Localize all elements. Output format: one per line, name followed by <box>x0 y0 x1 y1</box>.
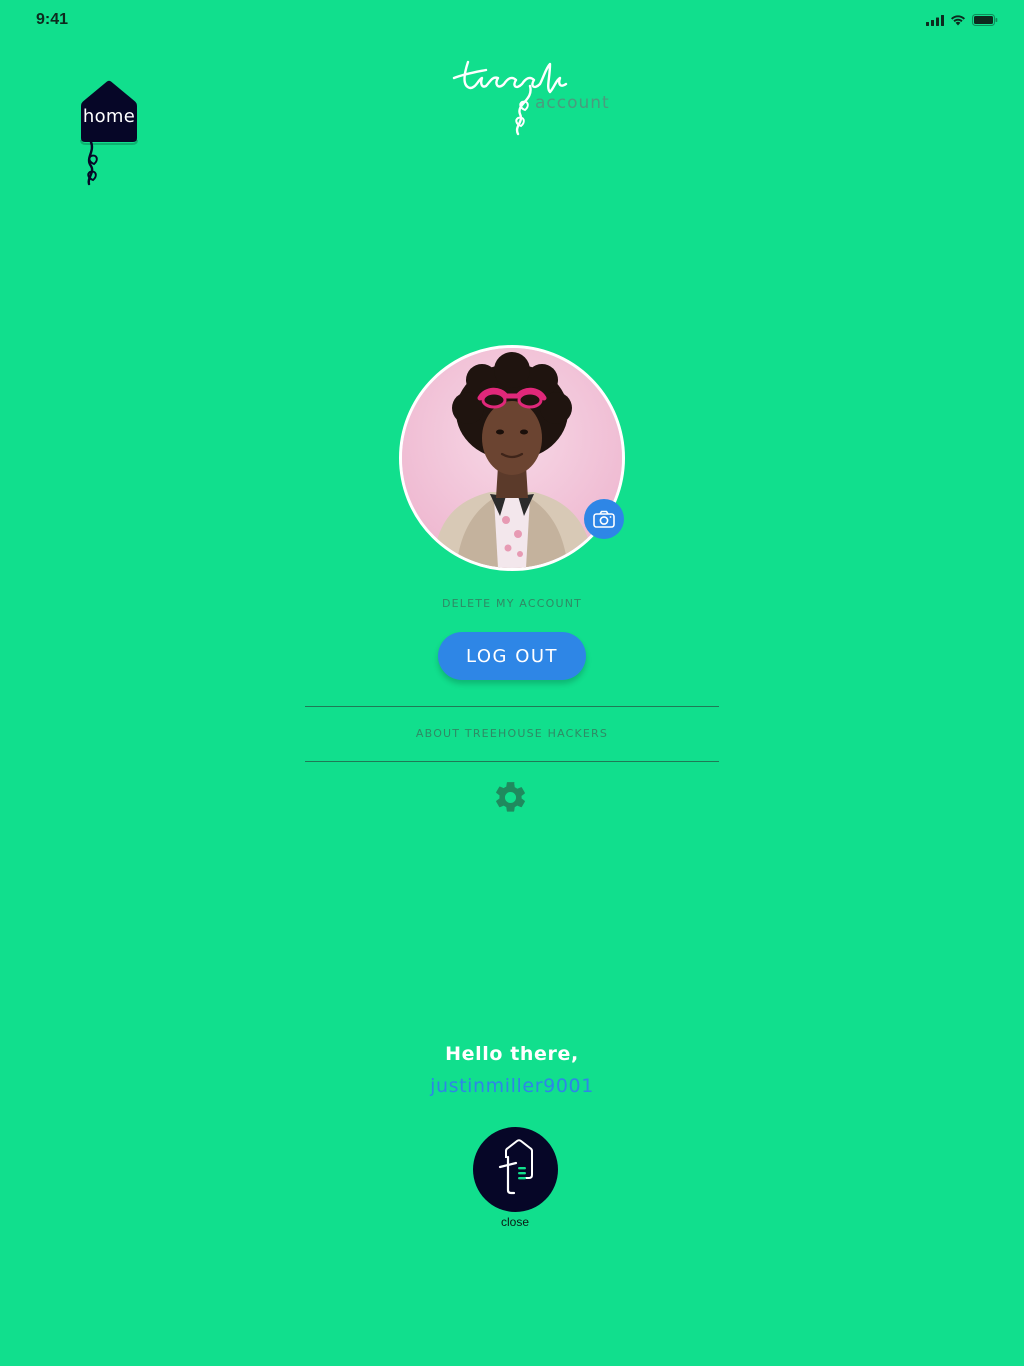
signal-icon <box>926 14 944 26</box>
treeple-logo-icon <box>498 1139 533 1195</box>
status-time: 9:41 <box>36 11 69 28</box>
divider-bottom <box>305 761 719 762</box>
username: justinmiller9001 <box>430 1075 594 1097</box>
change-photo-button[interactable] <box>584 499 624 539</box>
divider-top <box>305 706 719 707</box>
close-button[interactable] <box>473 1127 558 1212</box>
home-button[interactable]: home <box>77 80 141 186</box>
logout-button[interactable]: LOG OUT <box>438 632 586 680</box>
avatar-photo <box>402 348 622 568</box>
status-icons <box>926 14 998 26</box>
camera-icon <box>593 510 615 528</box>
delete-account-link[interactable]: DELETE MY ACCOUNT <box>312 597 712 610</box>
house-badge-icon <box>80 80 138 186</box>
settings-button[interactable] <box>492 779 529 816</box>
greeting-text: Hello there, <box>445 1043 579 1065</box>
wifi-icon <box>951 15 965 26</box>
status-bar: 9:41 <box>0 0 1024 40</box>
brand-logo: account <box>446 52 626 140</box>
avatar-container <box>399 345 625 571</box>
gear-icon <box>496 782 525 812</box>
close-label: close <box>500 1215 529 1229</box>
avatar[interactable] <box>399 345 625 571</box>
about-link[interactable]: ABOUT TREEHOUSE HACKERS <box>305 727 719 740</box>
battery-icon <box>972 14 998 26</box>
brand-section-label: account <box>535 93 610 113</box>
home-label: home <box>82 106 136 127</box>
